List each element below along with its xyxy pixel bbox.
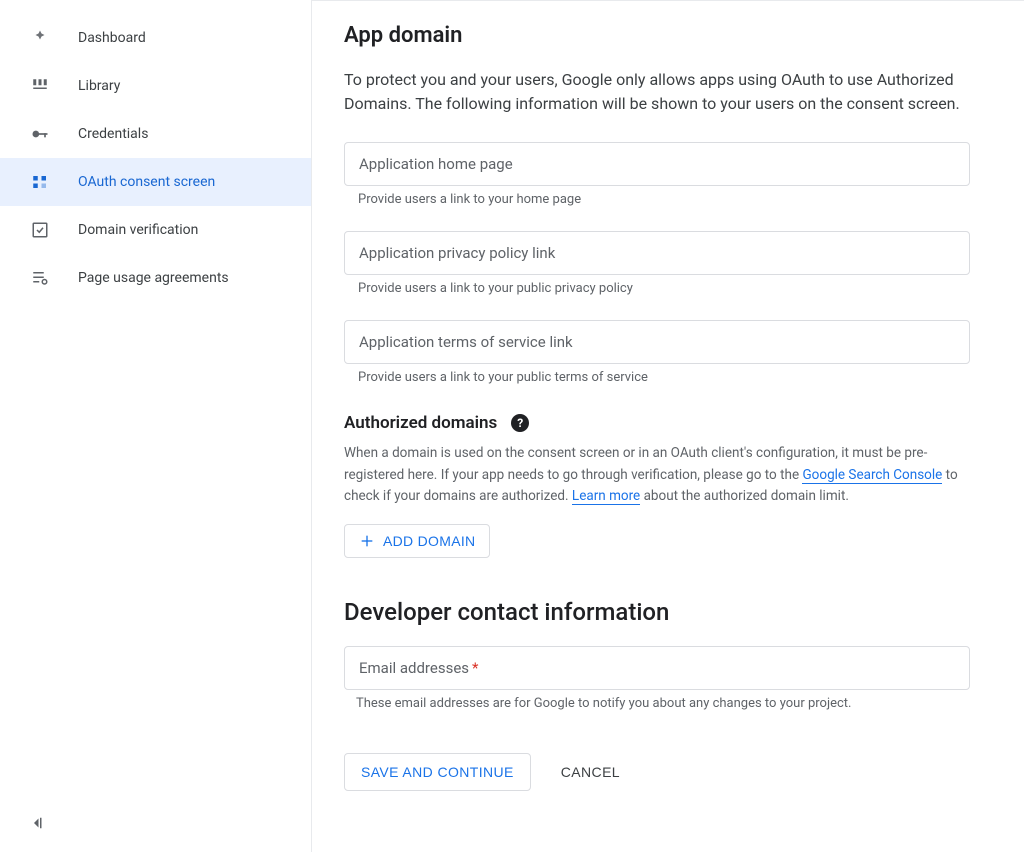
sidebar-item-label: Library xyxy=(78,78,120,94)
cancel-button[interactable]: CANCEL xyxy=(561,764,620,780)
input-placeholder: Application privacy policy link xyxy=(359,244,555,262)
sidebar-item-label: OAuth consent screen xyxy=(78,174,215,190)
input-placeholder: Application home page xyxy=(359,155,513,173)
sidebar-item-oauth-consent[interactable]: OAuth consent screen xyxy=(0,158,311,206)
authorized-domains-heading: Authorized domains xyxy=(344,413,497,433)
add-domain-button[interactable]: ADD DOMAIN xyxy=(344,524,490,558)
collapse-sidebar-button[interactable] xyxy=(28,814,46,832)
privacy-helper: Provide users a link to your public priv… xyxy=(344,281,996,296)
chevron-left-icon xyxy=(28,814,46,832)
consent-screen-icon xyxy=(30,172,50,192)
developer-contact-heading: Developer contact information xyxy=(344,598,996,626)
sidebar-item-page-usage[interactable]: Page usage agreements xyxy=(0,254,311,302)
required-asterisk: * xyxy=(472,659,478,677)
add-domain-label: ADD DOMAIN xyxy=(383,533,475,549)
sidebar-item-credentials[interactable]: Credentials xyxy=(0,110,311,158)
main-content: App domain To protect you and your users… xyxy=(312,0,1024,852)
home-page-helper: Provide users a link to your home page xyxy=(344,192,996,207)
tos-helper: Provide users a link to your public term… xyxy=(344,370,996,385)
input-placeholder: Email addresses xyxy=(359,659,469,677)
plus-icon xyxy=(359,533,375,549)
authorized-domains-description: When a domain is used on the consent scr… xyxy=(344,443,984,508)
key-icon xyxy=(30,124,50,144)
sidebar-item-domain-verification[interactable]: Domain verification xyxy=(0,206,311,254)
sidebar-item-dashboard[interactable]: Dashboard xyxy=(0,14,311,62)
sidebar-item-library[interactable]: Library xyxy=(0,62,311,110)
sidebar-item-label: Credentials xyxy=(78,126,148,142)
save-and-continue-button[interactable]: SAVE AND CONTINUE xyxy=(344,753,531,791)
library-icon xyxy=(30,76,50,96)
terms-of-service-link-input[interactable]: Application terms of service link xyxy=(344,320,970,364)
sidebar-item-label: Domain verification xyxy=(78,222,198,238)
google-search-console-link[interactable]: Google Search Console xyxy=(802,467,942,484)
email-helper: These email addresses are for Google to … xyxy=(344,696,996,711)
sidebar: Dashboard Library Credentials OAuth cons… xyxy=(0,0,312,852)
privacy-policy-link-input[interactable]: Application privacy policy link xyxy=(344,231,970,275)
input-placeholder: Application terms of service link xyxy=(359,333,573,351)
sidebar-item-label: Dashboard xyxy=(78,30,146,46)
learn-more-link[interactable]: Learn more xyxy=(572,488,640,505)
help-icon[interactable]: ? xyxy=(511,414,529,432)
sidebar-item-label: Page usage agreements xyxy=(78,270,229,286)
application-home-page-input[interactable]: Application home page xyxy=(344,142,970,186)
dashboard-icon xyxy=(30,28,50,48)
email-addresses-input[interactable]: Email addresses * xyxy=(344,646,970,690)
domain-verification-icon xyxy=(30,220,50,240)
app-domain-description: To protect you and your users, Google on… xyxy=(344,68,964,116)
page-usage-icon xyxy=(30,268,50,288)
app-domain-heading: App domain xyxy=(344,23,996,48)
